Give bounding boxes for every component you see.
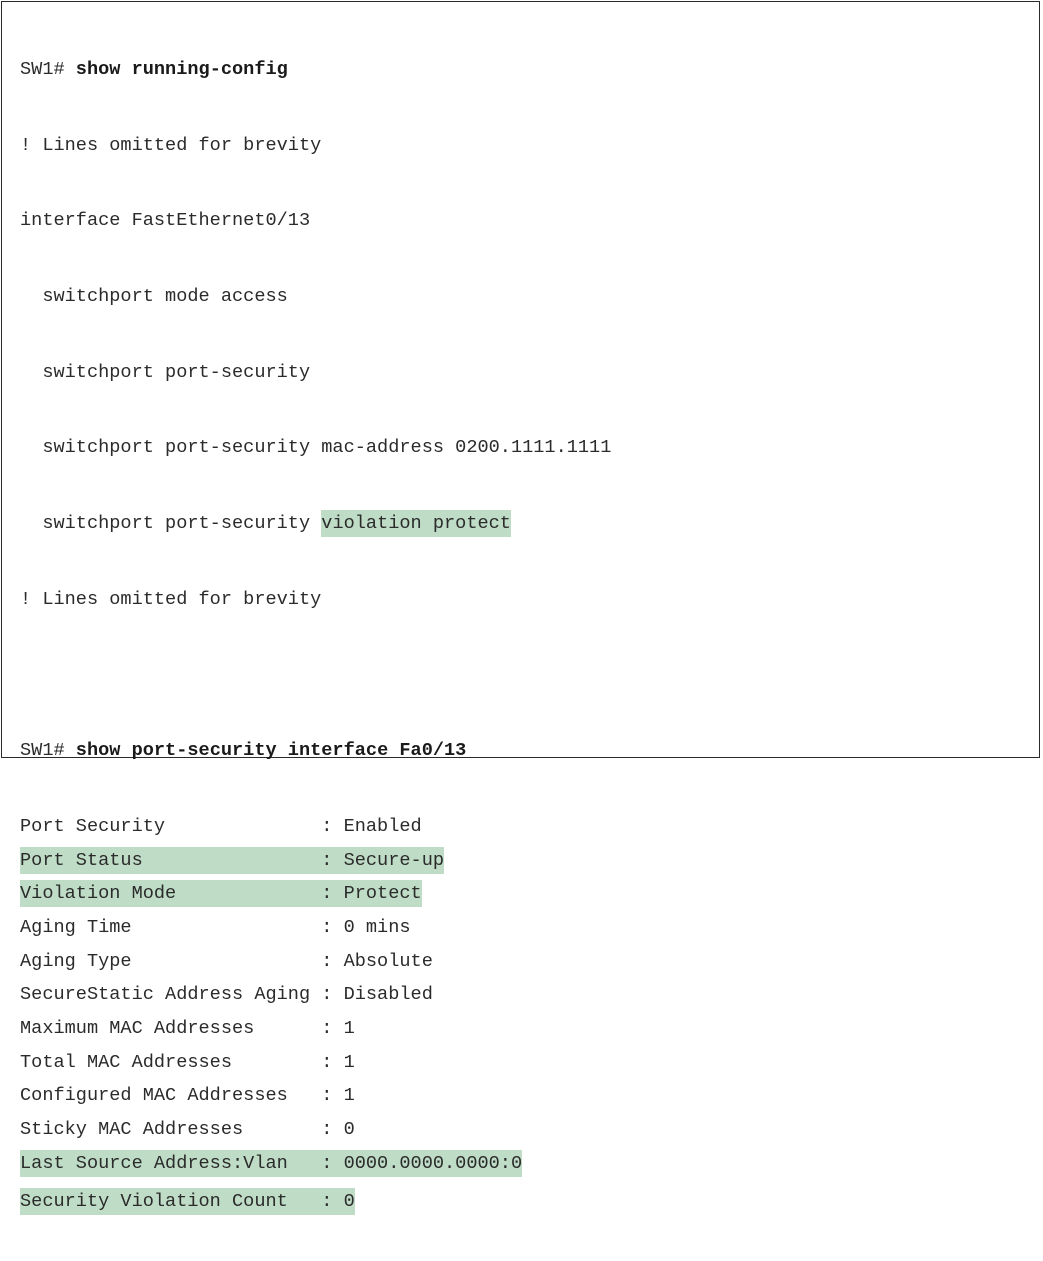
status-text: Configured MAC Addresses : 1 <box>20 1085 355 1107</box>
config-line: interface FastEthernet0/13 <box>20 210 311 232</box>
config-line: switchport port-security <box>20 361 311 383</box>
status-row: Aging Time : 0 mins <box>20 911 611 945</box>
cli-command: show running-config <box>75 59 288 80</box>
config-line: switchport port-security mac-address 020… <box>20 437 612 459</box>
config-line-trailer: ! Lines omitted for brevity <box>20 588 322 610</box>
code-listing: SW1# show running-config ! Lines omitted… <box>20 11 611 1261</box>
highlighted-status-text: Last Source Address:Vlan : 0000.0000.000… <box>20 1149 523 1177</box>
status-row: Port Status : Secure-up <box>20 844 611 878</box>
status-row: Violation Mode : Protect <box>20 877 611 911</box>
status-row: Total MAC Addresses : 1 <box>20 1046 611 1080</box>
status-row: Sticky MAC Addresses : 0 <box>20 1113 611 1147</box>
port-security-status-rows: Port Security : Enabled Port Status : Sec… <box>20 810 611 1219</box>
code-listing-frame: SW1# show running-config ! Lines omitted… <box>1 1 1040 1216</box>
highlighted-status-text: Security Violation Count : 0 <box>20 1188 355 1216</box>
status-text: Aging Time : 0 mins <box>20 916 411 938</box>
highlighted-violation-protect: violation protect <box>321 510 511 538</box>
config-line: ! Lines omitted for brevity <box>20 134 322 156</box>
config-line-violation: switchport port-security violation prote… <box>20 507 611 541</box>
status-row: Last Source Address:Vlan : 0000.0000.000… <box>20 1147 611 1181</box>
prompt-line-port-security: SW1# show port-security interface Fa0/13 <box>20 734 611 768</box>
cli-command: show port-security interface Fa0/13 <box>75 740 467 762</box>
config-line: switchport mode access <box>20 286 288 308</box>
status-row: Port Security : Enabled <box>20 810 611 844</box>
cli-prompt: SW1# <box>20 740 76 762</box>
prompt-line-running-config: SW1# show running-config <box>20 53 611 87</box>
status-row: SecureStatic Address Aging : Disabled <box>20 978 611 1012</box>
cli-prompt: SW1# <box>20 59 76 80</box>
status-text: SecureStatic Address Aging : Disabled <box>20 984 433 1006</box>
status-text: Maximum MAC Addresses : 1 <box>20 1018 355 1039</box>
status-text: Aging Type : Absolute <box>20 950 433 972</box>
status-row: Aging Type : Absolute <box>20 945 611 979</box>
status-row: Configured MAC Addresses : 1 <box>20 1079 611 1113</box>
config-line-prefix: switchport port-security <box>20 513 322 535</box>
status-row: Maximum MAC Addresses : 1 <box>20 1012 611 1046</box>
status-row: Security Violation Count : 0 <box>20 1185 611 1219</box>
status-text: Total MAC Addresses : 1 <box>20 1051 355 1073</box>
status-text: Sticky MAC Addresses : 0 <box>20 1119 355 1141</box>
highlighted-status-text: Violation Mode : Protect <box>20 880 422 908</box>
highlighted-status-text: Port Status : Secure-up <box>20 846 445 874</box>
status-text: Port Security : Enabled <box>20 815 422 837</box>
